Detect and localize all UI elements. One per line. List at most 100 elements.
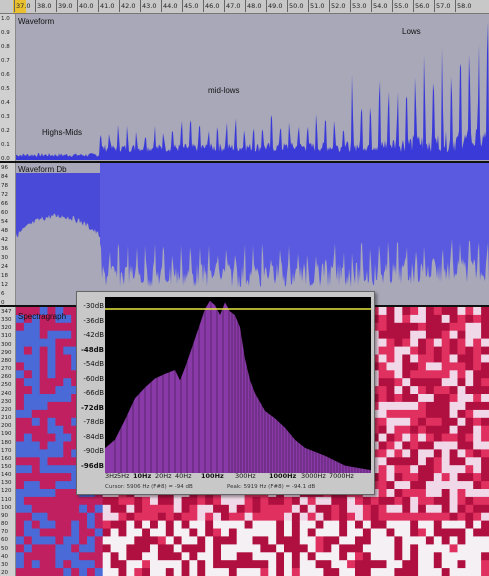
- scale-label: 347: [1, 309, 12, 315]
- scale-label: 40: [1, 553, 8, 560]
- ruler-tick-label: 42.0: [118, 0, 136, 12]
- track-label-waveform-db: Waveform Db: [18, 165, 67, 174]
- track-label-waveform: Waveform: [18, 17, 55, 26]
- scale-label: 54: [1, 219, 8, 225]
- scale-label: 90: [1, 512, 8, 519]
- scale-label: 42: [1, 237, 8, 243]
- ruler-tick-label: 40.0: [76, 0, 94, 12]
- scale-label: 20: [1, 570, 8, 576]
- scale-label: 180: [1, 439, 12, 446]
- scale-label: 240: [1, 390, 12, 397]
- scale-label: 330: [1, 317, 12, 324]
- scale-label: 1.0: [1, 16, 10, 22]
- scale-label: 160: [1, 455, 12, 462]
- scale-label: 110: [1, 496, 12, 503]
- ruler-tick-label: 52.0: [328, 0, 346, 12]
- scale-label: 320: [1, 325, 12, 332]
- scale-label: 72: [1, 192, 8, 198]
- scale-label: 0.8: [1, 44, 10, 50]
- db-axis-label: -78dB: [83, 418, 104, 426]
- ruler-tick-label: 37.0: [13, 0, 31, 12]
- scale-label: 310: [1, 333, 12, 340]
- scale-label: 270: [1, 366, 12, 373]
- waveform-db-plot: [16, 163, 489, 306]
- db-axis-label: -42dB: [83, 331, 104, 339]
- scale-label: 0.3: [1, 114, 10, 120]
- scale-label: 50: [1, 545, 8, 552]
- scale-label: 190: [1, 431, 12, 438]
- ruler-tick-label: 53.0: [349, 0, 367, 12]
- waveform-db-scale: 96 84 78 72 66 60 54 48 42 36 30 24 18 12 6 0: [0, 163, 16, 306]
- scale-label: 12: [1, 282, 8, 288]
- db-axis-label: -66dB: [83, 389, 104, 397]
- ruler-tick-label: 47.0: [223, 0, 241, 12]
- waveform-track[interactable]: Waveform Highs-Mids mid-lows Lows: [16, 14, 489, 162]
- waveform-db-track[interactable]: Waveform Db: [16, 163, 489, 306]
- scale-label: 280: [1, 357, 12, 364]
- annotation-mid-lows: mid-lows: [208, 86, 240, 95]
- scale-label: 84: [1, 174, 8, 180]
- timeline-ruler[interactable]: 37.0 38.0 39.0 40.0 41.0 42.0 43.0 44.0 45.0 46.0…: [0, 0, 489, 14]
- hz-axis-label: 40Hz: [175, 472, 192, 480]
- ruler-tick-label: 56.0: [412, 0, 430, 12]
- spectrum-plot[interactable]: [105, 297, 371, 473]
- scale-label: 170: [1, 447, 12, 454]
- hz-axis-label: 5Hz: [117, 472, 130, 480]
- scale-label: 0.4: [1, 100, 10, 106]
- hz-axis-label: 100Hz: [201, 472, 224, 480]
- ruler-tick-label: 54.0: [370, 0, 388, 12]
- scale-label: 36: [1, 246, 8, 252]
- scale-label: 0.1: [1, 142, 10, 148]
- scale-label: 220: [1, 406, 12, 413]
- scale-label: 0.2: [1, 128, 10, 134]
- hz-axis-label: 3000Hz: [301, 472, 326, 480]
- scale-label: 0.7: [1, 58, 10, 64]
- db-axis-label: -72dB: [81, 403, 104, 412]
- db-axis-label: -60dB: [83, 374, 104, 383]
- scale-label: 78: [1, 183, 8, 189]
- annotation-highs-mids: Highs-Mids: [42, 128, 83, 137]
- ruler-tick-label: 39.0: [55, 0, 73, 12]
- ruler-tick-label: 46.0: [202, 0, 220, 12]
- scale-label: 300: [1, 341, 12, 348]
- scale-label: 18: [1, 273, 8, 279]
- scale-label: 290: [1, 349, 12, 356]
- scale-label: 30: [1, 561, 8, 568]
- ruler-tick-label: 57.0: [433, 0, 451, 12]
- scale-label: 48: [1, 228, 8, 234]
- scale-label: 96: [1, 165, 8, 171]
- ruler-tick-label: 38.0: [34, 0, 52, 12]
- track-label-spectragraph: Spectragraph: [18, 312, 67, 321]
- scale-label: 30: [1, 255, 8, 261]
- scale-label: 80: [1, 521, 8, 528]
- ruler-tick-label: 48.0: [244, 0, 262, 12]
- scale-label: 24: [1, 264, 8, 270]
- scale-label: 260: [1, 374, 12, 381]
- scale-label: 6: [1, 291, 5, 297]
- hz-axis-label: 20Hz: [155, 472, 172, 480]
- hz-axis-label: 7000Hz: [329, 472, 354, 480]
- scale-label: 70: [1, 529, 8, 536]
- hz-axis-label: 3Hz: [105, 472, 118, 480]
- scale-label: 60: [1, 210, 8, 216]
- scale-label: 100: [1, 504, 12, 511]
- db-axis-label: -84dB: [83, 432, 104, 441]
- waveform-shape: [16, 22, 489, 160]
- scale-label: 210: [1, 415, 12, 422]
- db-axis-label: -54dB: [83, 360, 104, 368]
- ruler-tick-label: 55.0: [391, 0, 409, 12]
- annotation-lows: Lows: [402, 27, 421, 36]
- ruler-tick-label: 58.0: [454, 0, 472, 12]
- db-axis-label: -96dB: [81, 461, 104, 470]
- hz-axis-label: 10Hz: [133, 472, 152, 480]
- ruler-tick-label: 44.0: [160, 0, 178, 12]
- waveform-amplitude-scale: 1.0 0.9 0.8 0.7 0.6 0.5 0.4 0.3 0.2 0.1 0.0: [0, 14, 16, 162]
- ruler-tick-label: 43.0: [139, 0, 157, 12]
- scale-label: 0.5: [1, 86, 10, 92]
- ruler-tick-label: 51.0: [307, 0, 325, 12]
- scale-label: 200: [1, 423, 12, 430]
- frequency-analysis-window[interactable]: -30dB -36dB -42dB -48dB -54dB -60dB -66dB -72dB…: [76, 291, 375, 495]
- scale-label: 60: [1, 537, 8, 544]
- scale-label: 230: [1, 398, 12, 405]
- waveform-plot: [16, 22, 489, 160]
